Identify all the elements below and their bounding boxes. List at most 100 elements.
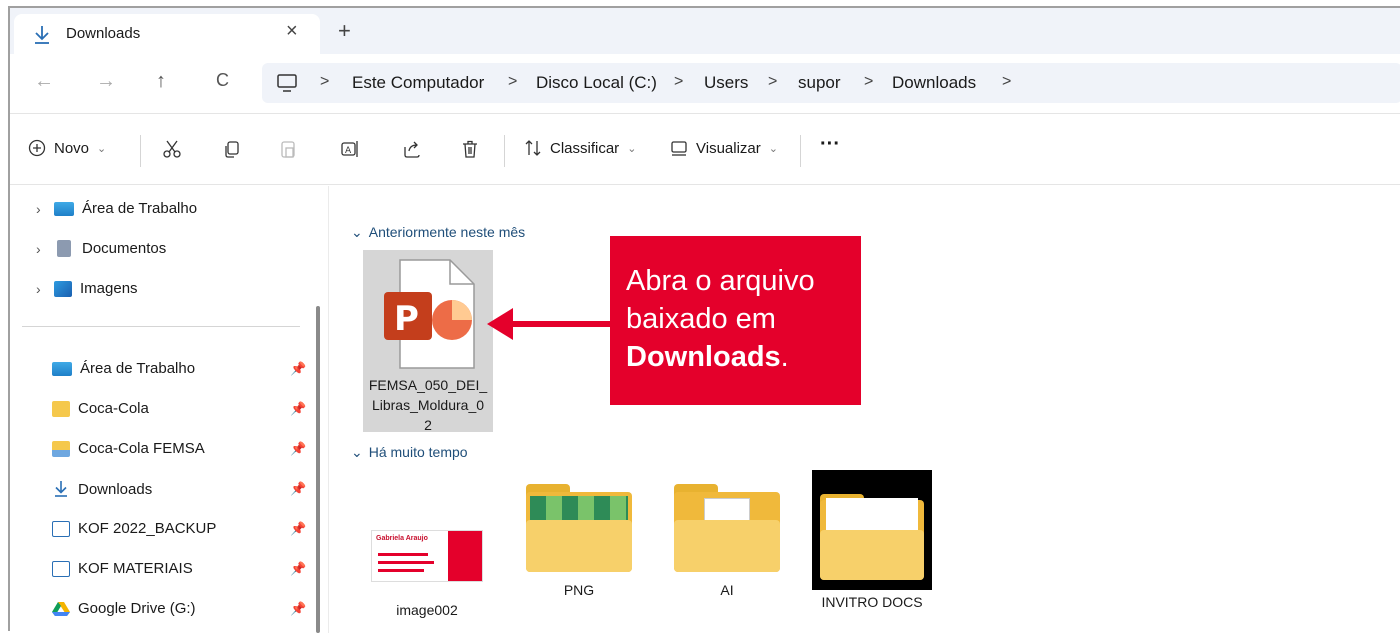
- file-explorer-window: Downloads × + ← → ↑ C > Este Computador …: [8, 6, 1400, 633]
- folder-name: AI: [720, 582, 734, 598]
- file-item-image002[interactable]: Gabriela Araujo image002: [367, 470, 487, 618]
- toolbar-divider: [504, 135, 505, 167]
- sidebar-scrollbar[interactable]: [316, 306, 320, 633]
- image-folder-icon: [52, 520, 70, 537]
- sidebar-item-label: Coca-Cola FEMSA: [78, 440, 205, 457]
- chevron-right-icon[interactable]: ›: [36, 201, 54, 217]
- sidebar-item-label: Downloads: [78, 480, 153, 498]
- crumb-supor[interactable]: supor: [798, 73, 841, 93]
- callout-line2: baixado em: [626, 303, 776, 335]
- more-options-button[interactable]: ···: [820, 133, 840, 156]
- sidebar-item-imagens[interactable]: › Imagens: [36, 280, 138, 297]
- tab-downloads[interactable]: Downloads ×: [14, 14, 320, 54]
- sidebar-item-coca-cola-femsa[interactable]: Coca-Cola FEMSA: [52, 440, 205, 457]
- breadcrumb-separator[interactable]: >: [768, 73, 777, 91]
- copy-icon: [225, 141, 239, 158]
- folder-item-png[interactable]: PNG: [519, 470, 639, 598]
- pin-icon[interactable]: 📌: [290, 441, 306, 457]
- crumb-users[interactable]: Users: [704, 73, 748, 93]
- pin-icon[interactable]: 📌: [290, 561, 306, 577]
- file-name: image002: [396, 602, 458, 618]
- view-icon: [671, 141, 687, 156]
- chevron-down-icon: ⌄: [351, 444, 363, 460]
- pin-icon[interactable]: 📌: [290, 601, 306, 617]
- group-header-recent[interactable]: ⌄ Anteriormente neste mês: [351, 224, 525, 241]
- new-tab-button[interactable]: +: [338, 18, 351, 44]
- file-name: 2: [424, 417, 432, 433]
- view-button[interactable]: Visualizar ⌄: [670, 139, 778, 157]
- callout-bold: Downloads: [626, 341, 781, 373]
- pin-icon[interactable]: 📌: [290, 401, 306, 417]
- folder-icon: [526, 484, 632, 572]
- sort-icon: [525, 140, 541, 156]
- rename-button[interactable]: A: [340, 139, 360, 159]
- crumb-downloads[interactable]: Downloads: [892, 73, 976, 93]
- sidebar-item-area-de-trabalho[interactable]: › Área de Trabalho: [36, 200, 197, 217]
- group-header-old[interactable]: ⌄ Há muito tempo: [351, 444, 468, 461]
- navigation-pane: › Área de Trabalho › Documentos › Imagen…: [10, 186, 328, 633]
- sidebar-item-downloads[interactable]: Downloads: [52, 480, 152, 498]
- people-folder-icon: [52, 440, 70, 457]
- rename-icon: A: [341, 141, 358, 157]
- folder-name: PNG: [563, 582, 595, 598]
- breadcrumb-separator[interactable]: >: [508, 73, 517, 91]
- sidebar-item-kof-materiais[interactable]: KOF MATERIAIS: [52, 560, 193, 577]
- breadcrumb-separator[interactable]: >: [674, 73, 683, 91]
- address-bar-row: ← → ↑ C > Este Computador > Disco Local …: [10, 54, 1400, 114]
- crumb-este-computador[interactable]: Este Computador: [352, 73, 484, 93]
- paste-button[interactable]: [278, 139, 298, 159]
- pictures-icon: [54, 280, 72, 297]
- sidebar-item-label: Coca-Cola: [78, 400, 149, 417]
- up-button[interactable]: ↑: [156, 70, 166, 93]
- folder-item-invitro-docs[interactable]: INVITRO DOCS: [807, 470, 937, 610]
- download-icon: [52, 480, 70, 498]
- breadcrumb-separator[interactable]: >: [320, 73, 329, 91]
- sidebar-item-label: Documentos: [82, 240, 167, 257]
- share-button[interactable]: [402, 139, 422, 159]
- file-item-femsa-pptx[interactable]: P FEMSA_050_DEI_ Libras_Moldura_0 2: [363, 250, 493, 433]
- google-drive-icon: [52, 601, 70, 617]
- breadcrumb[interactable]: > Este Computador > Disco Local (C:) > U…: [262, 63, 1400, 103]
- folder-item-ai[interactable]: AI: [667, 470, 787, 598]
- chevron-right-icon[interactable]: ›: [36, 241, 54, 257]
- group-header-label: Há muito tempo: [368, 444, 468, 460]
- folder-icon: [812, 470, 932, 590]
- sidebar-item-google-drive[interactable]: Google Drive (G:): [52, 600, 196, 617]
- chevron-down-icon: ⌄: [351, 224, 363, 240]
- sidebar-item-pinned-area-de-trabalho[interactable]: Área de Trabalho: [52, 360, 195, 377]
- scissors-icon: [163, 140, 181, 158]
- sidebar-item-coca-cola[interactable]: Coca-Cola: [52, 400, 149, 417]
- pin-icon[interactable]: 📌: [290, 361, 306, 377]
- sidebar-item-label: Área de Trabalho: [82, 200, 198, 217]
- svg-text:P: P: [394, 299, 419, 339]
- chevron-down-icon: ⌄: [627, 142, 637, 155]
- desktop-icon: [54, 201, 74, 216]
- folder-icon: [674, 484, 780, 572]
- refresh-button[interactable]: C: [216, 70, 229, 91]
- forward-button[interactable]: →: [96, 70, 116, 93]
- sidebar-item-label: KOF MATERIAIS: [78, 560, 193, 577]
- cut-button[interactable]: [162, 139, 182, 159]
- chevron-down-icon: ⌄: [97, 142, 107, 155]
- close-tab-icon[interactable]: ×: [286, 20, 298, 43]
- download-icon: [32, 24, 52, 51]
- sort-button[interactable]: Classificar ⌄: [524, 139, 636, 157]
- sort-button-label: Classificar: [550, 139, 620, 157]
- back-button[interactable]: ←: [34, 70, 54, 93]
- callout-tail: .: [780, 341, 789, 373]
- card-name: Gabriela Araujo: [376, 535, 428, 542]
- computer-icon[interactable]: [276, 72, 298, 99]
- breadcrumb-separator[interactable]: >: [1002, 73, 1011, 91]
- copy-button[interactable]: [222, 139, 242, 159]
- toolbar-divider: [800, 135, 801, 167]
- pin-icon[interactable]: 📌: [290, 481, 306, 497]
- onedrive-folder-icon: [52, 400, 70, 417]
- breadcrumb-separator[interactable]: >: [864, 73, 873, 91]
- pin-icon[interactable]: 📌: [290, 521, 306, 537]
- crumb-disco-local[interactable]: Disco Local (C:): [536, 73, 657, 93]
- chevron-right-icon[interactable]: ›: [36, 281, 54, 297]
- sidebar-item-documentos[interactable]: › Documentos: [36, 240, 166, 257]
- delete-button[interactable]: [460, 139, 480, 159]
- new-button[interactable]: Novo ⌄: [28, 139, 106, 157]
- sidebar-item-kof-2022-backup[interactable]: KOF 2022_BACKUP: [52, 520, 216, 537]
